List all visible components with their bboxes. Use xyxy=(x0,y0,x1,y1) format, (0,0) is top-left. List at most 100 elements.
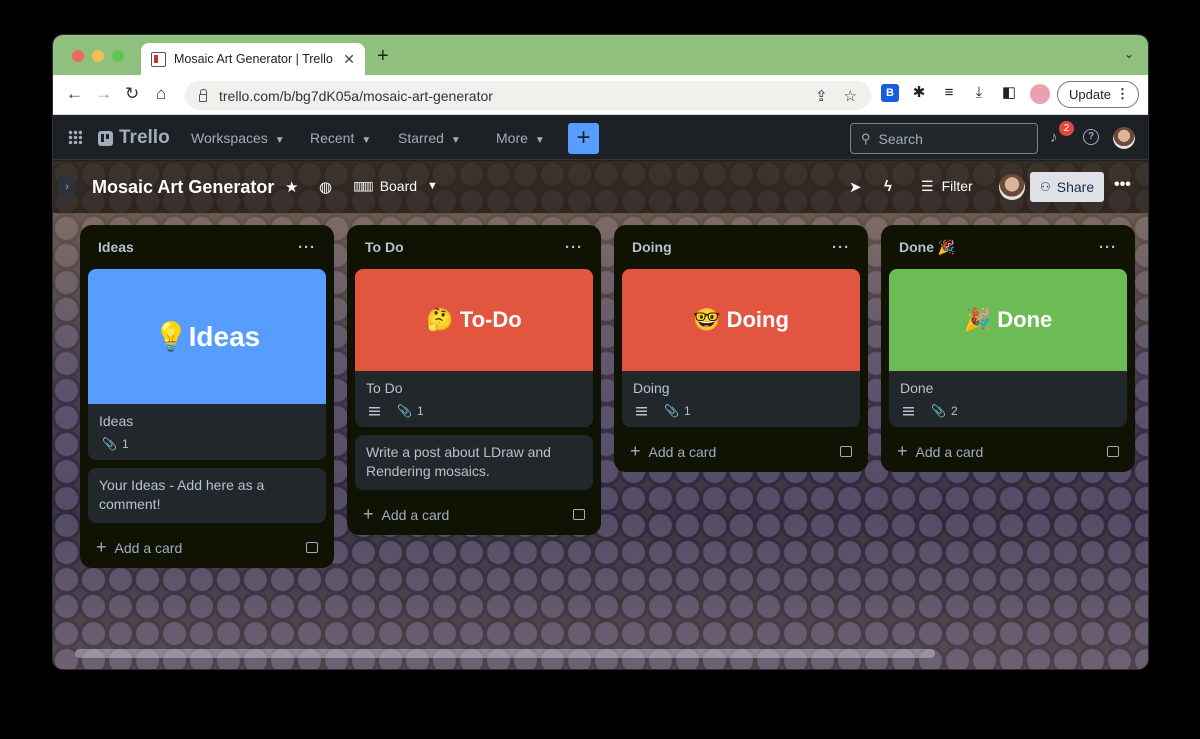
create-from-template-icon[interactable] xyxy=(306,542,318,553)
update-button[interactable]: Update ⋮ xyxy=(1057,81,1139,108)
list-menu-icon[interactable]: ··· xyxy=(298,239,316,256)
add-person-icon: ⚇ xyxy=(1040,180,1051,194)
nav-recent-label: Recent xyxy=(310,130,355,146)
search-input[interactable]: ⚲ Search xyxy=(850,123,1038,154)
close-window-button[interactable] xyxy=(72,50,84,62)
add-card-button[interactable]: + Add a card xyxy=(889,435,1127,464)
card-title: Ideas xyxy=(99,413,134,429)
create-from-template-icon[interactable] xyxy=(1107,446,1119,457)
board-view-icon: ▥▥ xyxy=(353,179,374,193)
update-label: Update xyxy=(1069,87,1111,102)
list-done: Done 🎉 ··· 🎉 Done Done 📎 2 + Add a card xyxy=(881,225,1135,472)
create-from-template-icon[interactable] xyxy=(573,509,585,520)
maximize-window-button[interactable] xyxy=(112,50,124,62)
new-tab-button[interactable]: + xyxy=(377,45,389,68)
home-icon[interactable]: ⌂ xyxy=(156,84,166,104)
profile-avatar[interactable] xyxy=(1030,84,1050,104)
reload-icon[interactable]: ↻ xyxy=(125,84,139,104)
card-body: Your Ideas - Add here as a comment! xyxy=(88,468,326,523)
card[interactable]: 🤓 Doing Doing 📎 1 xyxy=(622,269,860,427)
minimize-window-button[interactable] xyxy=(92,50,104,62)
card-badges: 📎 2 xyxy=(900,404,1116,418)
add-card-button[interactable]: + Add a card xyxy=(622,435,860,464)
add-card-button[interactable]: + Add a card xyxy=(355,498,593,527)
side-panel-icon[interactable]: ◧ xyxy=(1000,84,1018,102)
card[interactable]: 🎉 Done Done 📎 2 xyxy=(889,269,1127,427)
card-cover-text: 🤔 To-Do xyxy=(426,307,522,332)
address-bar[interactable]: trello.com/b/bg7dK05a/mosaic-art-generat… xyxy=(185,81,871,110)
back-arrow-icon[interactable]: ← xyxy=(66,84,83,104)
nav-recent[interactable]: Recent ▼ xyxy=(310,130,371,146)
help-icon[interactable]: ? xyxy=(1083,129,1099,145)
expand-sidebar-chevron-icon[interactable]: › xyxy=(58,176,76,198)
list-title[interactable]: Ideas xyxy=(98,239,134,255)
nav-more[interactable]: More ▼ xyxy=(496,130,545,146)
list-ideas: Ideas ··· 💡Ideas Ideas 📎 1 Your Ideas - … xyxy=(80,225,334,568)
plus-icon: + xyxy=(630,441,641,461)
power-ups-rocket-icon[interactable]: ➤ xyxy=(849,178,862,196)
browser-window: Mosaic Art Generator | Trello ✕ + ⌄ ← → … xyxy=(53,35,1148,669)
chevron-down-icon: ▼ xyxy=(274,135,285,146)
list-header: To Do ··· xyxy=(355,225,593,269)
media-controls-icon[interactable]: ≡ xyxy=(940,84,958,102)
forward-arrow-icon[interactable]: → xyxy=(95,84,112,104)
description-icon xyxy=(636,406,647,416)
card-title: Doing xyxy=(633,380,670,396)
board-view-switcher[interactable]: ▥▥ Board ▼ xyxy=(353,178,438,194)
app-switcher-icon[interactable] xyxy=(68,130,82,144)
bookmark-star-icon[interactable]: ☆ xyxy=(844,87,857,105)
card-cover: 🤓 Doing xyxy=(622,269,860,371)
extensions-puzzle-icon[interactable]: ✱ xyxy=(910,84,928,102)
automation-bolt-icon[interactable]: ϟ xyxy=(884,178,892,195)
card-body: Doing 📎 1 xyxy=(622,371,860,427)
card[interactable]: Your Ideas - Add here as a comment! xyxy=(88,468,326,523)
card[interactable]: 🤔 To-Do To Do 📎 1 xyxy=(355,269,593,427)
add-card-label: Add a card xyxy=(381,507,450,523)
horizontal-scrollbar[interactable] xyxy=(75,649,935,658)
notifications-bell-icon[interactable]: ♪ xyxy=(1050,129,1058,146)
filter-button[interactable]: ☰ Filter xyxy=(921,178,973,195)
list-menu-icon[interactable]: ··· xyxy=(832,239,850,256)
board-member-avatar[interactable] xyxy=(999,174,1025,200)
star-icon[interactable]: ★ xyxy=(285,178,298,196)
card-body: Ideas 📎 1 xyxy=(88,404,326,460)
chevron-down-icon: ▼ xyxy=(534,135,545,146)
tab-title: Mosaic Art Generator | Trello xyxy=(174,52,333,66)
create-button[interactable]: + xyxy=(568,123,599,154)
trello-logo[interactable]: Trello xyxy=(98,127,170,149)
bitwarden-extension-icon[interactable]: B xyxy=(881,84,899,102)
list-title[interactable]: To Do xyxy=(365,239,404,255)
list-menu-icon[interactable]: ··· xyxy=(565,239,583,256)
browser-tab-active[interactable]: Mosaic Art Generator | Trello ✕ xyxy=(141,43,365,75)
browser-menu-icon[interactable]: ⋮ xyxy=(1116,86,1129,102)
chevron-down-icon: ▼ xyxy=(361,135,372,146)
board-title[interactable]: Mosaic Art Generator xyxy=(92,177,274,198)
share-page-icon[interactable]: ⇪ xyxy=(815,87,828,105)
url-text[interactable]: trello.com/b/bg7dK05a/mosaic-art-generat… xyxy=(219,88,799,104)
list-title[interactable]: Done 🎉 xyxy=(899,239,955,256)
trello-logo-icon xyxy=(98,130,113,146)
tab-close-icon[interactable]: ✕ xyxy=(343,51,355,68)
plus-icon: + xyxy=(363,504,374,524)
account-avatar[interactable] xyxy=(1113,127,1135,149)
lock-icon[interactable] xyxy=(199,88,207,102)
add-card-button[interactable]: + Add a card xyxy=(88,531,326,560)
list-doing: Doing ··· 🤓 Doing Doing 📎 1 + Add a card xyxy=(614,225,868,472)
downloads-icon[interactable]: ⤓ xyxy=(970,84,988,102)
create-from-template-icon[interactable] xyxy=(840,446,852,457)
board-header: › Mosaic Art Generator ★ ◍ ▥▥ Board ▼ ➤ … xyxy=(53,161,1148,213)
card-badges: 📎 1 xyxy=(99,437,315,451)
board-menu-icon[interactable]: ••• xyxy=(1114,176,1131,194)
visibility-globe-icon[interactable]: ◍ xyxy=(319,178,332,196)
nav-starred[interactable]: Starred ▼ xyxy=(398,130,461,146)
list-title[interactable]: Doing xyxy=(632,239,672,255)
card-cover-text: 💡Ideas xyxy=(153,321,261,352)
card[interactable]: 💡Ideas Ideas 📎 1 xyxy=(88,269,326,460)
attachment-count: 2 xyxy=(950,404,958,418)
nav-workspaces[interactable]: Workspaces ▼ xyxy=(191,130,285,146)
tab-search-chevron-icon[interactable]: ⌄ xyxy=(1124,47,1134,61)
add-card-label: Add a card xyxy=(648,444,717,460)
share-button[interactable]: ⚇ Share xyxy=(1030,172,1104,202)
card[interactable]: Write a post about LDraw and Rendering m… xyxy=(355,435,593,490)
list-menu-icon[interactable]: ··· xyxy=(1099,239,1117,256)
